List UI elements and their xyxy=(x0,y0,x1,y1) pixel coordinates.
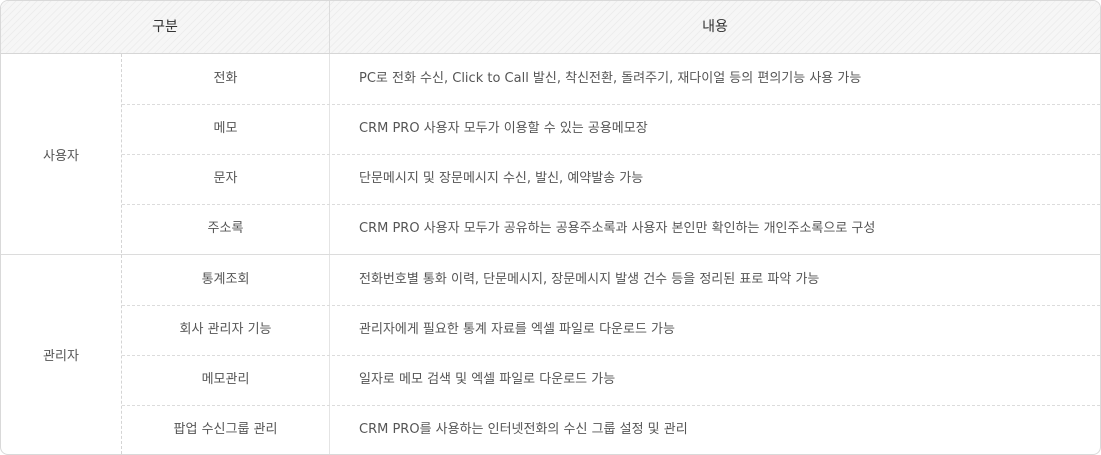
table-row: 통계조회 전화번호별 통화 이력, 단문메시지, 장문메시지 발생 건수 등을 … xyxy=(122,255,1100,306)
row-category: 팝업 수신그룹 관리 xyxy=(173,422,278,437)
table-row: 문자 단문메시지 및 장문메시지 수신, 발신, 예약발송 가능 xyxy=(122,154,1100,205)
row-category: 전화 xyxy=(213,71,238,86)
row-category: 문자 xyxy=(213,171,238,186)
row-category: 메모관리 xyxy=(201,372,250,387)
group-label-user: 사용자 xyxy=(43,148,79,164)
row-description: CRM PRO를 사용하는 인터넷전화의 수신 그룹 설정 및 관리 xyxy=(359,422,688,437)
table-row: 회사 관리자 기능 관리자에게 필요한 통계 자료를 엑셀 파일로 다운로드 가… xyxy=(122,305,1100,356)
row-category: 통계조회 xyxy=(201,272,250,287)
row-description: PC로 전화 수신, Click to Call 발신, 착신전환, 돌려주기,… xyxy=(359,71,862,86)
row-description: 전화번호별 통화 이력, 단문메시지, 장문메시지 발생 건수 등을 정리된 표… xyxy=(359,272,820,287)
row-description: 관리자에게 필요한 통계 자료를 엑셀 파일로 다운로드 가능 xyxy=(359,322,675,337)
row-description: CRM PRO 사용자 모두가 공유하는 공용주소록과 사용자 본인만 확인하는… xyxy=(359,221,876,236)
table-row: 주소록 CRM PRO 사용자 모두가 공유하는 공용주소록과 사용자 본인만 … xyxy=(122,204,1100,254)
table-header: 구분 내용 xyxy=(1,1,1100,54)
row-description: 단문메시지 및 장문메시지 수신, 발신, 예약발송 가능 xyxy=(359,171,644,186)
table-row: 전화 PC로 전화 수신, Click to Call 발신, 착신전환, 돌려… xyxy=(122,54,1100,105)
row-description: CRM PRO 사용자 모두가 이용할 수 있는 공용메모장 xyxy=(359,121,648,136)
table-row: 팝업 수신그룹 관리 CRM PRO를 사용하는 인터넷전화의 수신 그룹 설정… xyxy=(122,405,1100,454)
row-description: 일자로 메모 검색 및 엑셀 파일로 다운로드 가능 xyxy=(359,372,616,387)
header-category: 구분 xyxy=(152,19,178,35)
header-content: 내용 xyxy=(702,19,728,35)
row-category: 메모 xyxy=(213,121,238,136)
table-row: 메모 CRM PRO 사용자 모두가 이용할 수 있는 공용메모장 xyxy=(122,104,1100,155)
row-category: 주소록 xyxy=(207,221,244,236)
group-label-admin: 관리자 xyxy=(43,349,79,364)
table-row: 메모관리 일자로 메모 검색 및 엑셀 파일로 다운로드 가능 xyxy=(122,355,1100,406)
row-category: 회사 관리자 기능 xyxy=(179,322,272,337)
feature-table: 구분 내용 사용자 전화 PC로 전화 수신, Click to Call 발신… xyxy=(0,0,1101,455)
